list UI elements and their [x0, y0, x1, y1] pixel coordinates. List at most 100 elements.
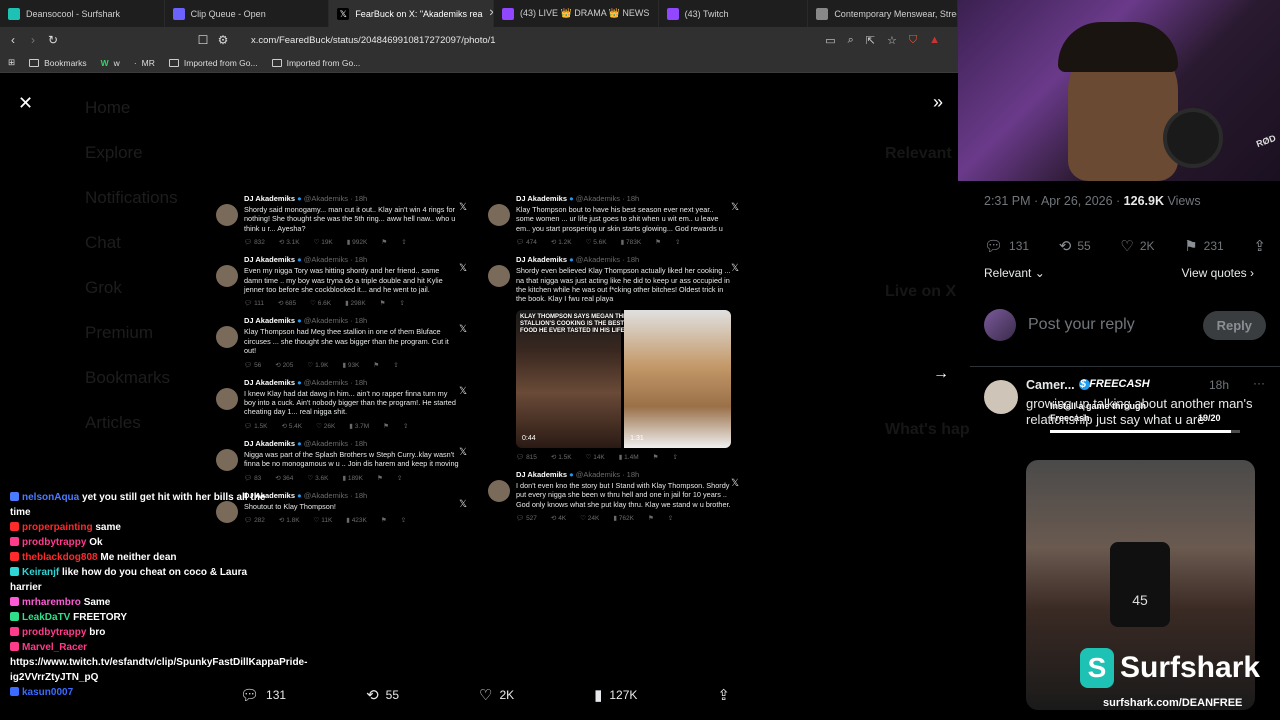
- chevron-right-icon: ›: [1250, 266, 1254, 280]
- repost-icon: ⟲ 1.8K: [278, 517, 300, 525]
- tab-clip-queue[interactable]: Clip Queue - Open: [165, 0, 330, 27]
- folder-icon: [271, 58, 282, 67]
- browser-tab-bar: Deansocool - Surfshark Clip Queue - Open…: [0, 0, 958, 27]
- video-duration: 1:31: [630, 434, 644, 442]
- chat-badge-icon: [10, 552, 19, 561]
- tweet-actions: 💬︎ 474 ⟲ 1.2K ♡ 5.6K ▮ 783K ⚑ ⇪: [516, 238, 731, 246]
- tweet-header: DJ Akademiks ● @Akademiks · 18h: [516, 469, 640, 479]
- tab-title: Clip Queue - Open: [190, 8, 266, 19]
- reply-icon: 💬︎ 815: [516, 453, 537, 461]
- bookmark-item[interactable]: Bookmarks: [29, 58, 87, 68]
- bookmark-item[interactable]: Ww: [101, 58, 120, 68]
- site-info-icon[interactable]: ⚙: [213, 33, 233, 47]
- verified-icon: ●: [297, 255, 302, 265]
- repost-button[interactable]: ⟲ 55: [366, 686, 399, 704]
- chat-username[interactable]: kasun0007: [22, 687, 73, 698]
- chat-username[interactable]: LeakDaTV: [22, 612, 70, 623]
- embedded-tweet: DJ Akademiks ● @Akademiks · 18h 𝕏 Nigga wa…: [208, 439, 473, 482]
- zoom-icon[interactable]: ⌕: [848, 34, 854, 47]
- brave-shield-icon[interactable]: ⛉: [909, 34, 917, 47]
- share-icon: ⇪: [402, 422, 409, 430]
- embedded-tweet: DJ Akademiks ● @Akademiks · 18h 𝕏 Shordy s…: [208, 194, 473, 246]
- bg-nav-item: Notifications: [85, 187, 178, 207]
- chat-username[interactable]: nelsonAqua: [22, 492, 79, 503]
- apps-icon[interactable]: ⊞: [8, 57, 15, 68]
- tab-live-drama[interactable]: (43) LIVE 👑 DRAMA 👑 NEWS: [494, 0, 659, 27]
- tweet-text: Even my nigga Tory was hitting shordy an…: [244, 266, 443, 295]
- tweet-header: DJ Akademiks ● @Akademiks · 18h: [516, 194, 640, 203]
- embedded-tweet: DJ Akademiks ● @Akademiks · 18h 𝕏 Klay Tho…: [208, 316, 473, 369]
- views-button[interactable]: ▮ 127K: [594, 686, 637, 704]
- sort-dropdown[interactable]: Relevant ⌄: [984, 266, 1045, 280]
- divider: [970, 366, 1280, 367]
- chat-username[interactable]: prodbytrappy: [22, 627, 86, 638]
- tab-twitch[interactable]: (43) Twitch: [659, 0, 809, 27]
- repost-icon: ⟲ 1.2K: [550, 239, 572, 247]
- chat-username[interactable]: properpainting: [22, 522, 93, 533]
- tab-title: (43) Twitch: [684, 8, 729, 19]
- repost-icon: ⟲ 364: [275, 474, 294, 482]
- bookmark-item[interactable]: Imported from Go...: [168, 58, 258, 68]
- background-nav: Home Explore Notifications Chat Grok Pre…: [85, 85, 178, 445]
- tab-menswear[interactable]: Contemporary Menswear, Streetw: [808, 0, 958, 27]
- action-count: 83: [254, 474, 262, 482]
- chat-username[interactable]: Marvel_Racer: [22, 642, 87, 653]
- forward-icon[interactable]: ›: [23, 33, 43, 47]
- repost-stat[interactable]: ⟲ 55: [1059, 237, 1091, 255]
- bookmarks-bar: ⊞ Bookmarks Ww · MR Imported from Go... I…: [0, 53, 958, 73]
- tab-surfshark[interactable]: Deansocool - Surfshark: [0, 0, 165, 27]
- x-logo-icon: 𝕏: [458, 324, 467, 336]
- bookmark-page-icon[interactable]: ☐: [193, 33, 213, 47]
- repost-icon: ⟲ 205: [275, 361, 294, 369]
- verified-icon: ●: [297, 316, 302, 326]
- action-count: 423K: [351, 517, 367, 525]
- reply-stat[interactable]: 💬︎ 131: [984, 237, 1029, 255]
- bookmark-item[interactable]: Imported from Go...: [271, 58, 360, 68]
- share-button[interactable]: ⇪: [717, 686, 730, 704]
- x-logo-icon: 𝕏: [730, 263, 739, 275]
- tweets-column-left: DJ Akademiks ● @Akademiks · 18h 𝕏 Shordy s…: [208, 185, 473, 533]
- url-input[interactable]: x.com/FearedBuck/status/2048469910817272…: [251, 35, 496, 46]
- views-icon: ▮ 1.4M: [618, 453, 639, 461]
- rewards-icon[interactable]: ▲: [929, 34, 940, 47]
- reply-submit-button[interactable]: Reply: [1202, 310, 1266, 340]
- chat-username[interactable]: prodbytrappy: [22, 537, 86, 548]
- reply-button[interactable]: 💬︎ 131: [240, 686, 286, 704]
- expand-panel-icon[interactable]: »: [933, 92, 943, 113]
- reply-input[interactable]: Post your reply: [1028, 316, 1135, 334]
- share-stat[interactable]: ⇪: [1253, 237, 1266, 255]
- action-count: 762K: [618, 515, 634, 523]
- back-icon[interactable]: ‹: [3, 33, 23, 47]
- chat-username[interactable]: theblackdog808: [22, 552, 98, 563]
- chat-username[interactable]: Keiranjf: [22, 567, 59, 578]
- cast-icon[interactable]: ▭: [825, 34, 835, 47]
- bookmark-icon: ⚑: [1184, 238, 1198, 255]
- share-icon[interactable]: ⇱: [866, 34, 875, 47]
- chat-username[interactable]: mrharembro: [22, 597, 81, 608]
- close-icon[interactable]: ✕: [18, 93, 33, 114]
- view-quotes-link[interactable]: View quotes ›: [1182, 266, 1255, 280]
- action-count: 685: [285, 300, 297, 308]
- more-icon[interactable]: ···: [1253, 376, 1265, 390]
- reply-icon: 💬︎: [984, 238, 1004, 255]
- tab-x-fearbuck[interactable]: 𝕏FearBuck on X: "Akademiks rea✕: [329, 0, 494, 27]
- repost-icon: ⟲: [366, 687, 379, 704]
- reply-composer: Post your reply Reply: [984, 305, 1266, 345]
- bookmark-item[interactable]: · MR: [134, 58, 155, 68]
- reload-icon[interactable]: ↻: [43, 33, 63, 47]
- star-icon[interactable]: ☆: [887, 34, 897, 47]
- tweet-text: Klay Thompson had Meg thee stallion in o…: [244, 327, 449, 356]
- like-stat[interactable]: ♡ 2K: [1120, 237, 1154, 255]
- views-icon: ▮ 762K: [613, 515, 634, 523]
- avatar: [488, 479, 510, 502]
- tweet-header: DJ Akademiks ● @Akademiks · 18h: [244, 255, 368, 265]
- tweet-text: Klay Thompson bout to have his best seas…: [516, 205, 723, 233]
- like-button[interactable]: ♡ 2K: [479, 686, 514, 704]
- tweet-actions: 💬︎ 83 ⟲ 364 ♡ 3.6K ▮ 189K ⚑ ⇪: [244, 474, 459, 482]
- action-count: 1.8K: [286, 517, 300, 525]
- bookmark-stat[interactable]: ⚑ 231: [1184, 237, 1223, 255]
- reply-icon: 💬︎ 527: [516, 515, 537, 523]
- reply-icon: 💬︎ 56: [244, 361, 262, 369]
- repost-icon: ⟲: [1058, 238, 1072, 255]
- next-image-icon[interactable]: →: [933, 365, 949, 383]
